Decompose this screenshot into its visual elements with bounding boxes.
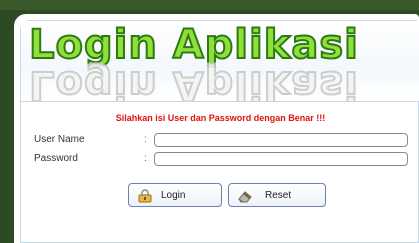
login-panel-inner: Login Aplikasi Login Aplikasi Silahkan i…: [20, 20, 419, 243]
password-colon: :: [144, 153, 147, 164]
reset-button-label: Reset: [265, 190, 292, 201]
eraser-icon: [238, 191, 252, 203]
instruction-message: Silahkan isi User dan Password dengan Be…: [115, 113, 326, 123]
logo-title: Login Aplikasi: [28, 22, 359, 68]
reset-button[interactable]: Reset: [228, 183, 326, 207]
username-row: User Name :: [34, 133, 414, 149]
username-input[interactable]: [154, 133, 408, 147]
login-lock-icon: [138, 189, 152, 203]
username-label: User Name: [34, 134, 85, 145]
login-button-label: Login: [161, 190, 186, 201]
window-frame-top: [0, 0, 419, 10]
password-input[interactable]: [154, 152, 408, 166]
login-panel: Login Aplikasi Login Aplikasi Silahkan i…: [14, 14, 419, 243]
header-banner: Login Aplikasi Login Aplikasi: [21, 21, 419, 102]
login-button[interactable]: Login: [128, 183, 222, 207]
password-label: Password: [34, 153, 78, 164]
logo-reflection: Login Aplikasi: [28, 61, 360, 102]
username-colon: :: [144, 134, 147, 145]
password-row: Password :: [34, 152, 414, 168]
